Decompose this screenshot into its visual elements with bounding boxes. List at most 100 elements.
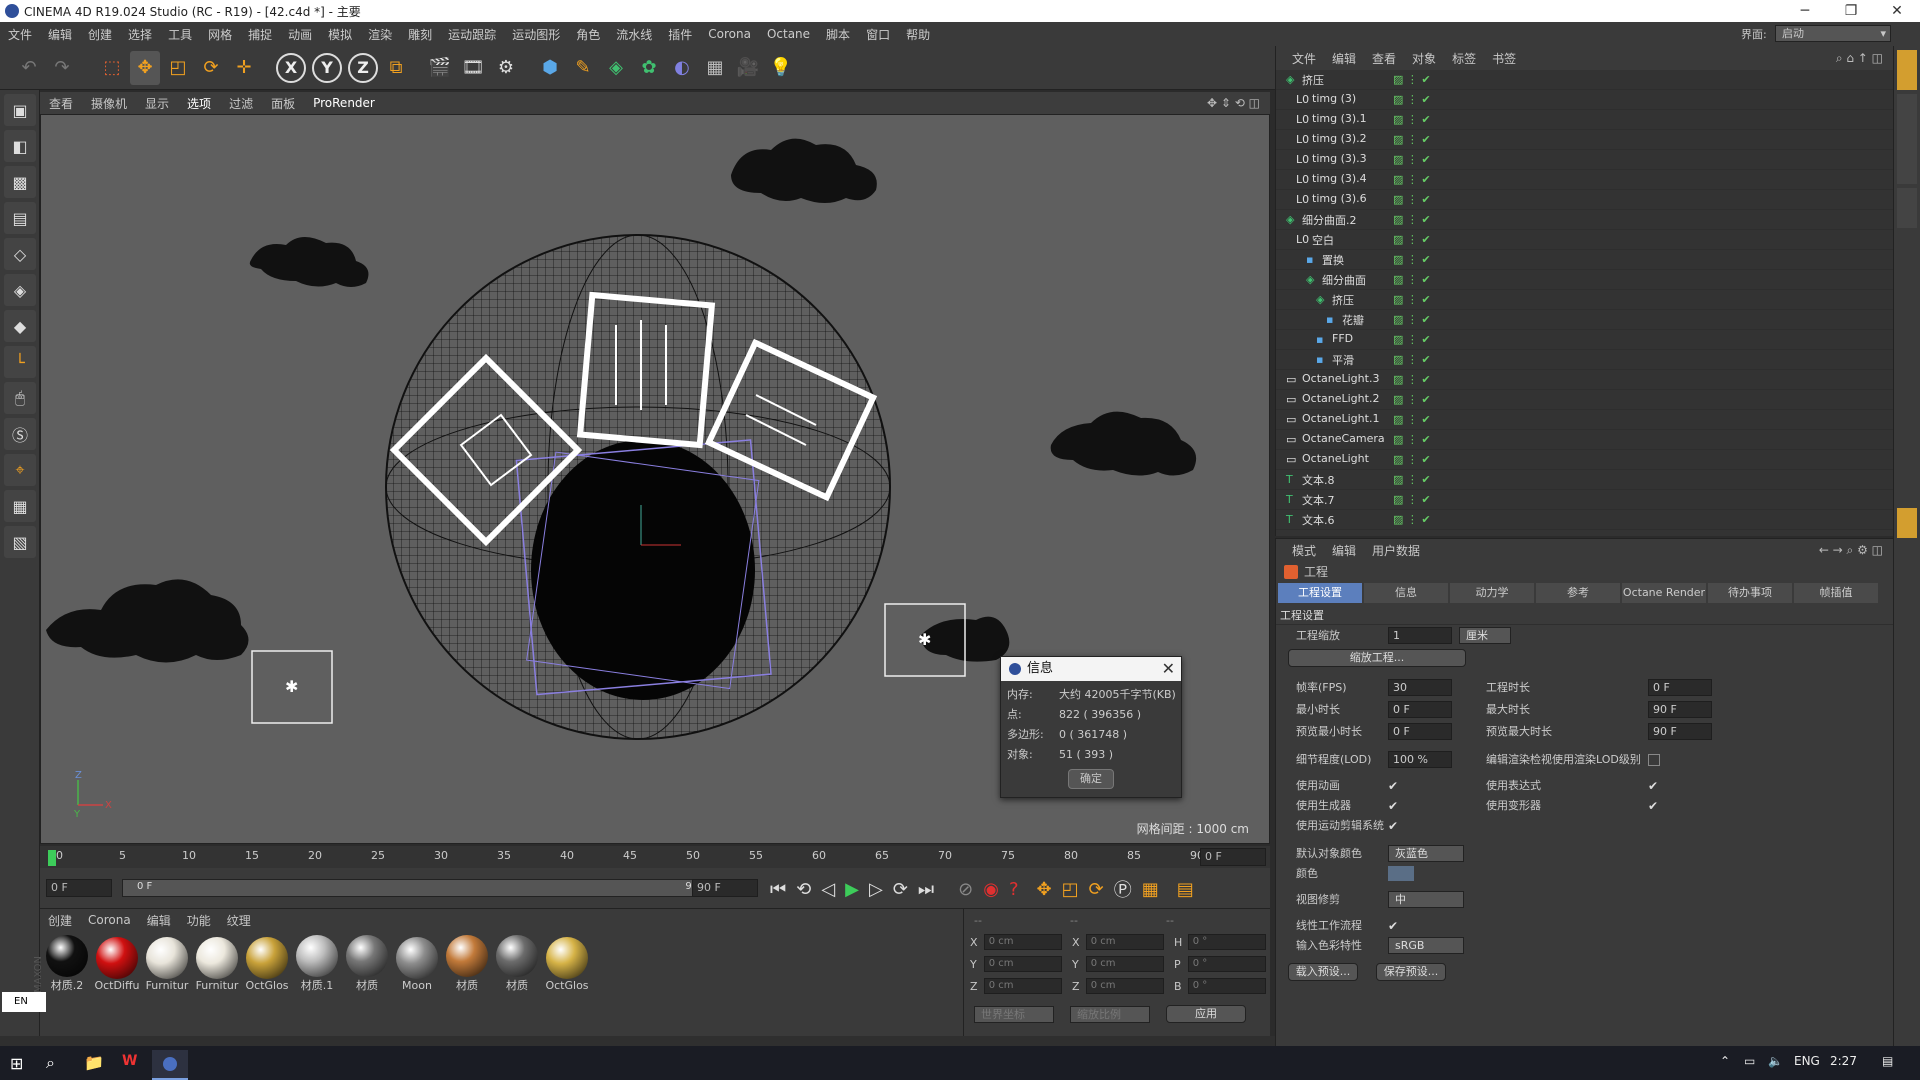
prev-key-icon[interactable]: ⟲ (796, 879, 811, 900)
use-motion-system-checkbox[interactable]: ✔ (1388, 820, 1400, 832)
material-swatch[interactable]: 材质 (494, 935, 540, 993)
menu-item[interactable]: 网格 (208, 26, 232, 43)
move-tool-icon[interactable]: ✥ (130, 50, 160, 85)
close-window-button[interactable]: ✕ (1874, 0, 1920, 22)
lod-field[interactable]: 100 % (1388, 751, 1452, 768)
menu-item[interactable]: 角色 (576, 26, 600, 43)
object-row[interactable]: ▪ FFD ▨ ⋮ ✔ (1276, 330, 1893, 350)
attribute-menu-item[interactable]: 模式 (1292, 542, 1316, 559)
viewport-menu-item[interactable]: 摄像机 (91, 95, 127, 112)
viewport-menu-item[interactable]: 查看 (49, 95, 73, 112)
rotate-tool-icon[interactable]: ⟳ (196, 51, 226, 85)
subdivision-surface-icon[interactable]: ◈ (601, 51, 631, 85)
texture-mode-icon[interactable]: ▩ (4, 166, 36, 198)
keyframe-help-icon[interactable]: ? (1009, 879, 1019, 900)
object-row[interactable]: ▭ OctaneCamera ▨ ⋮ ✔ (1276, 430, 1893, 450)
menu-item[interactable]: 帮助 (906, 26, 930, 43)
object-row[interactable]: ◈ 细分曲面.2 ▨ ⋮ ✔ (1276, 210, 1893, 230)
project-scale-field[interactable]: 1 (1388, 627, 1452, 644)
input-language[interactable]: ENG (1794, 1054, 1820, 1068)
menu-item[interactable]: 工具 (168, 26, 192, 43)
key-scale-icon[interactable]: ◰ (1062, 879, 1079, 900)
coord-field[interactable]: 0 cm (1085, 934, 1164, 950)
menu-item[interactable]: 创建 (88, 26, 112, 43)
menu-item[interactable]: 脚本 (826, 26, 850, 43)
object-row[interactable]: L0 timg (3).2 ▨ ⋮ ✔ (1276, 130, 1893, 150)
playhead[interactable] (48, 850, 56, 866)
material-menu-item[interactable]: Corona (88, 913, 131, 927)
network-icon[interactable]: ▭ (1744, 1054, 1755, 1068)
fps-field[interactable]: 30 (1388, 679, 1452, 696)
material-swatch[interactable]: OctGlos (544, 936, 590, 992)
viewport-menu-item[interactable]: 面板 (271, 95, 295, 112)
menu-item[interactable]: 窗口 (866, 26, 890, 43)
object-flags[interactable]: ▨ ⋮ ✔ (1393, 233, 1431, 246)
object-flags[interactable]: ▨ ⋮ ✔ (1393, 373, 1431, 386)
goto-start-icon[interactable]: ⏮ (770, 879, 786, 900)
object-flags[interactable]: ▨ ⋮ ✔ (1393, 173, 1431, 186)
object-row[interactable]: L0 timg (3) ▨ ⋮ ✔ (1276, 90, 1893, 110)
object-row[interactable]: L0 timg (3).6 ▨ ⋮ ✔ (1276, 190, 1893, 210)
model-mode-icon[interactable]: ◧ (4, 130, 36, 162)
key-param-icon[interactable]: Ⓟ (1114, 876, 1132, 902)
z-axis-lock-icon[interactable]: Z (348, 52, 378, 83)
render-view-icon[interactable]: 🎬 (425, 51, 455, 85)
make-editable-icon[interactable]: ▣ (4, 94, 36, 126)
side-tab[interactable] (1897, 508, 1917, 538)
use-generators-checkbox[interactable]: ✔ (1388, 800, 1400, 812)
attribute-tab[interactable]: 工程设置 (1278, 583, 1362, 603)
object-flags[interactable]: ▨ ⋮ ✔ (1393, 153, 1431, 166)
object-menu-item[interactable]: 对象 (1412, 50, 1436, 67)
viewport-menu-item[interactable]: 选项 (187, 95, 211, 112)
object-menu-item[interactable]: 标签 (1452, 50, 1476, 67)
object-row[interactable]: ▪ 花瓣 ▨ ⋮ ✔ (1276, 310, 1893, 330)
next-frame-icon[interactable]: ▷ (869, 879, 883, 900)
end-frame-field[interactable]: 90 F (692, 879, 758, 897)
load-preset-button[interactable]: 载入预设... (1288, 963, 1358, 981)
object-menu-item[interactable]: 编辑 (1332, 50, 1356, 67)
object-menu-item[interactable]: 查看 (1372, 50, 1396, 67)
menu-item[interactable]: 模拟 (328, 26, 352, 43)
max-time-field[interactable]: 90 F (1648, 701, 1712, 718)
use-expressions-checkbox[interactable]: ✔ (1648, 780, 1660, 792)
axis-mode-icon[interactable]: └ (4, 346, 36, 378)
c4d-taskbar-button[interactable] (152, 1050, 188, 1080)
coord-field[interactable]: 0 cm (1085, 978, 1164, 994)
play-icon[interactable]: ▶ (845, 879, 859, 900)
record-keys-icon[interactable]: ⊘ (958, 879, 973, 900)
tweak-mode-icon[interactable]: 🖱 (4, 382, 36, 414)
attribute-menu-item[interactable]: 用户数据 (1372, 542, 1420, 559)
polygons-mode-icon[interactable]: ◆ (4, 310, 36, 342)
object-flags[interactable]: ▨ ⋮ ✔ (1393, 113, 1431, 126)
attribute-menu-item[interactable]: 编辑 (1332, 542, 1356, 559)
material-swatch[interactable]: 材质 (344, 935, 390, 993)
input-color-select[interactable]: sRGB (1388, 937, 1464, 954)
object-row[interactable]: ◈ 细分曲面 ▨ ⋮ ✔ (1276, 270, 1893, 290)
object-flags[interactable]: ▨ ⋮ ✔ (1393, 453, 1431, 466)
object-flags[interactable]: ▨ ⋮ ✔ (1393, 333, 1431, 346)
coord-field[interactable]: 0 cm (983, 978, 1062, 994)
range-slider[interactable]: 0 F 90 F (122, 879, 722, 897)
object-flags[interactable]: ▨ ⋮ ✔ (1393, 253, 1431, 266)
coord-field[interactable]: 0 ° (1187, 978, 1266, 994)
windows-start-icon[interactable]: ⊞ (10, 1054, 23, 1073)
y-axis-lock-icon[interactable]: Y (312, 52, 342, 83)
scale-project-button[interactable]: 缩放工程... (1288, 649, 1466, 667)
points-mode-icon[interactable]: ◇ (4, 238, 36, 270)
object-flags[interactable]: ▨ ⋮ ✔ (1393, 213, 1431, 226)
material-swatch[interactable]: Furnitur (194, 936, 240, 992)
material-swatch[interactable]: 材质.1 (294, 935, 340, 993)
object-flags[interactable]: ▨ ⋮ ✔ (1393, 513, 1431, 526)
edges-mode-icon[interactable]: ◈ (4, 274, 36, 306)
save-preset-button[interactable]: 保存预设... (1376, 963, 1446, 981)
goto-end-icon[interactable]: ⏭ (918, 879, 934, 900)
color-swatch[interactable] (1388, 866, 1414, 881)
material-swatch[interactable]: Furnitur (144, 936, 190, 992)
viewport-menu-item[interactable]: 过滤 (229, 95, 253, 112)
scale-select[interactable]: 缩放比例 (1070, 1005, 1150, 1023)
tray-chevron-icon[interactable]: ⌃ (1720, 1054, 1730, 1068)
camera-icon[interactable]: 🎥 (733, 51, 763, 85)
coord-field[interactable]: 0 cm (983, 956, 1062, 972)
workplane-icon[interactable]: ▤ (4, 202, 36, 234)
material-swatch[interactable]: 材质.2 (44, 935, 90, 993)
